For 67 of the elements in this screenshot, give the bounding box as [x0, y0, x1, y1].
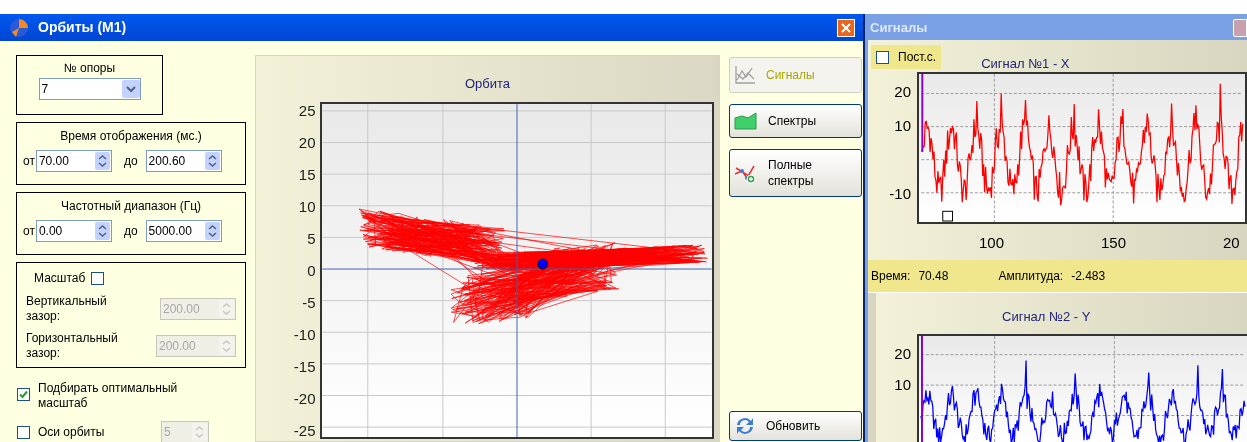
- time-value: 70.48: [918, 268, 950, 285]
- spin-field[interactable]: 70.00: [35, 150, 112, 172]
- y-axis-label: 20: [298, 134, 316, 150]
- center-point: [536, 258, 548, 269]
- spinner-arrows-icon[interactable]: [94, 222, 110, 240]
- spin-field[interactable]: 5000.00: [145, 220, 222, 242]
- app-icon: [8, 17, 30, 38]
- y-axis-label: -20: [293, 390, 316, 406]
- y-axis-label: 10: [298, 198, 316, 214]
- orbit-axes-label: Оси орбиты: [38, 424, 106, 441]
- refresh-button[interactable]: Обновить: [729, 411, 862, 441]
- optimal-scale-label: Подбирать оптимальный масштаб: [38, 381, 179, 411]
- window-title: Орбиты (М1): [38, 18, 128, 37]
- group-title: Время отображения (мс.): [59, 128, 203, 145]
- chart-title: Сигнал №1 - X: [981, 55, 1070, 73]
- group-title: № опоры: [63, 60, 116, 77]
- time-label: Время:: [871, 268, 911, 285]
- checkbox[interactable]: [91, 271, 105, 285]
- action-button[interactable]: Спектры: [729, 104, 862, 138]
- close-button[interactable]: [837, 18, 855, 37]
- spinner-arrows-icon[interactable]: [204, 222, 220, 240]
- y-axis-label: 10: [894, 117, 911, 133]
- y-axis-label: 10: [894, 376, 911, 392]
- y-axis-label: -10: [889, 185, 911, 201]
- y-axis-label: -15: [293, 358, 316, 374]
- horizontal-gap-label: Горизонтальный зазор:: [26, 331, 119, 361]
- x-axis-label: 100: [979, 232, 1005, 253]
- spectrum-icon: [734, 112, 758, 130]
- y-axis-label: -10: [293, 326, 316, 342]
- close-icon: [841, 22, 851, 33]
- spin-field[interactable]: 0.00: [35, 220, 112, 242]
- checkmark-icon: [19, 390, 28, 399]
- amplitude-label: Амплитуда:: [998, 268, 1064, 285]
- scale-label: Масштаб: [34, 270, 86, 287]
- y-axis-label: 25: [298, 102, 316, 118]
- refresh-icon: [734, 416, 756, 436]
- window-title: Сигналы: [870, 19, 928, 38]
- action-button[interactable]: Полные спектры: [729, 149, 862, 197]
- chart-icon: [734, 65, 756, 85]
- y-axis-label: 5: [307, 230, 316, 246]
- to-label: до: [123, 153, 138, 170]
- from-label: от: [23, 223, 35, 240]
- spin-field[interactable]: 200.60: [145, 150, 222, 172]
- to-label: до: [123, 223, 138, 240]
- y-axis-label: 20: [894, 83, 911, 99]
- cursor-marker[interactable]: [942, 210, 953, 221]
- y-axis-label: 0: [307, 262, 316, 278]
- chart-title: Орбита: [464, 75, 511, 93]
- y-axis-label: 20: [894, 345, 911, 361]
- chart-title: Сигнал №2 - Y: [1002, 308, 1092, 326]
- checkbox[interactable]: [876, 50, 889, 64]
- dc-label: Пост.с.: [898, 49, 937, 67]
- spinner-arrows-icon[interactable]: [204, 152, 220, 170]
- y-axis-label: 15: [298, 166, 316, 182]
- chevron-down-icon[interactable]: [121, 80, 140, 98]
- support-dropdown[interactable]: 7: [38, 78, 141, 100]
- checkbox[interactable]: [17, 425, 30, 439]
- spinner-arrows-icon[interactable]: [94, 152, 110, 170]
- checkbox[interactable]: [17, 388, 30, 401]
- y-axis-label: -25: [293, 422, 316, 438]
- y-axis-label: -5: [302, 294, 316, 310]
- vertical-gap-label: Вертикальный зазор:: [26, 294, 108, 324]
- from-label: от: [23, 153, 35, 170]
- group-title: Частотный диапазон (Гц): [60, 198, 202, 215]
- x-axis-label: 150: [1101, 232, 1127, 253]
- x-axis-label: 20: [1223, 232, 1240, 253]
- amplitude-value: -2.483: [1071, 268, 1106, 285]
